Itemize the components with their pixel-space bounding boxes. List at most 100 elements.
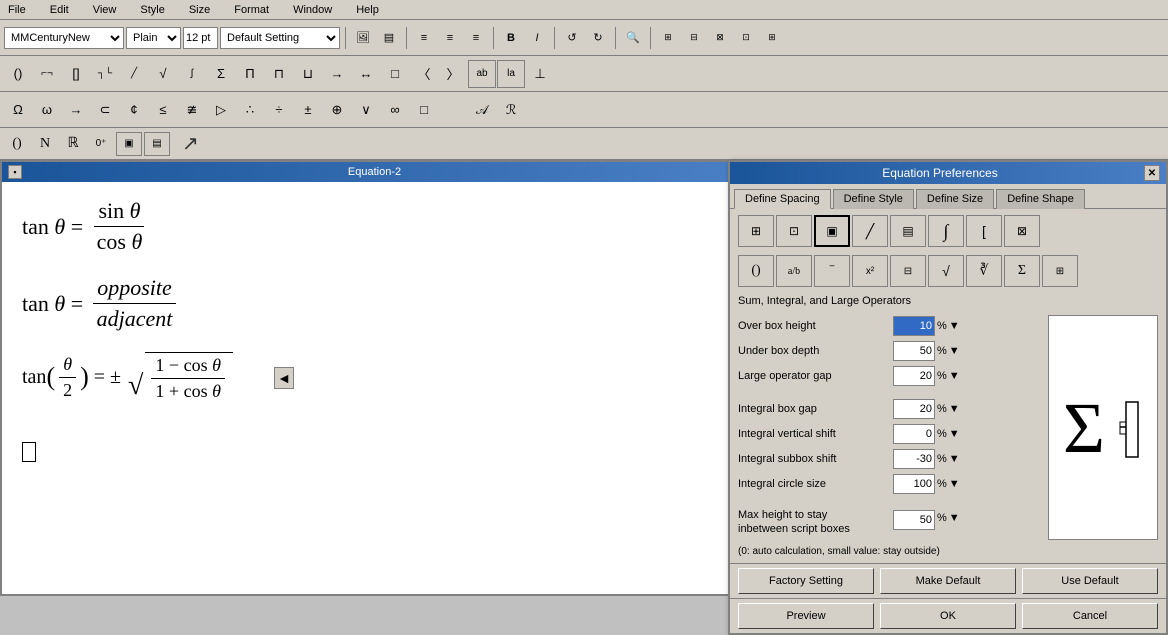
menu-format[interactable]: Format <box>230 2 273 18</box>
input-intbox[interactable] <box>893 399 935 419</box>
icon-bracket[interactable]: [ <box>966 215 1002 247</box>
size-input[interactable] <box>183 27 218 49</box>
sym-small-box2[interactable]: ▤ <box>144 132 170 156</box>
sym-small-paren[interactable]: () <box>4 132 30 156</box>
setting-selector[interactable]: Default Setting <box>220 27 340 49</box>
dropdown-intcirc[interactable]: ▼ <box>949 478 960 490</box>
align-center-btn[interactable]: ≡ <box>438 26 462 50</box>
menu-help[interactable]: Help <box>352 2 383 18</box>
input-lgop[interactable] <box>893 366 935 386</box>
sym-square2[interactable]: □ <box>410 96 438 124</box>
sym-bracket2[interactable]: [] <box>62 60 90 88</box>
sym-subset[interactable]: ⊂ <box>91 96 119 124</box>
dropdown-intvshift[interactable]: ▼ <box>949 428 960 440</box>
icon-box5[interactable]: ⊠ <box>1004 215 1040 247</box>
sym-integral[interactable]: ∫ <box>178 60 206 88</box>
icon-sum[interactable]: Σ <box>1004 255 1040 287</box>
sym-omega-cap[interactable]: Ω <box>4 96 32 124</box>
sym-small-R[interactable]: ℝ <box>60 132 86 156</box>
sym-rightarrow[interactable]: → <box>62 96 90 124</box>
icon-bar[interactable]: ‾ <box>814 255 850 287</box>
font-selector[interactable]: MMCenturyNew <box>4 27 124 49</box>
sym-vee[interactable]: ∨ <box>352 96 380 124</box>
sym-small-0plus[interactable]: 0⁺ <box>88 132 114 156</box>
dropdown-intbox[interactable]: ▼ <box>949 403 960 415</box>
sym-plusminus[interactable]: ± <box>294 96 322 124</box>
redo-btn[interactable]: ↻ <box>586 26 610 50</box>
sym-square[interactable]: □ <box>381 60 409 88</box>
dropdown-maxheight[interactable]: ▼ <box>949 512 960 524</box>
sym-pi[interactable]: Π <box>236 60 264 88</box>
zoom-btn[interactable]: 🔍 <box>621 26 645 50</box>
tab-define-style[interactable]: Define Style <box>833 189 914 209</box>
menu-file[interactable]: File <box>4 2 30 18</box>
sym-small-N[interactable]: N <box>32 132 58 156</box>
input-underbox[interactable] <box>893 341 935 361</box>
sym-sqcup[interactable]: ⊔ <box>294 60 322 88</box>
collapse-arrow[interactable]: ◄ <box>274 367 294 389</box>
sym-ab[interactable]: ab <box>468 60 496 88</box>
dropdown-underbox[interactable]: ▼ <box>949 345 960 357</box>
cancel-btn[interactable]: Cancel <box>1022 603 1158 629</box>
sym-bracket1[interactable]: ⌐¬ <box>33 60 61 88</box>
input-intcirc[interactable] <box>893 474 935 494</box>
icon-slash[interactable]: ╱ <box>852 215 888 247</box>
sym-bracket3[interactable]: ┐└ <box>91 60 119 88</box>
input-intvshift[interactable] <box>893 424 935 444</box>
icon-box6[interactable]: ⊟ <box>890 255 926 287</box>
italic-btn[interactable]: I <box>525 26 549 50</box>
sym-paren[interactable]: () <box>4 60 32 88</box>
sym-arrow[interactable]: → <box>323 60 351 88</box>
icon-grid9[interactable]: ⊞ <box>1042 255 1078 287</box>
eq-close-btn[interactable]: ▪ <box>8 165 22 179</box>
sym-bottom[interactable]: ⊥ <box>526 60 554 88</box>
ok-btn[interactable]: OK <box>880 603 1016 629</box>
icon-sqrt2[interactable]: ∛ <box>966 255 1002 287</box>
bold-btn[interactable]: B <box>499 26 523 50</box>
sym-langle[interactable]: 〈 <box>410 60 438 88</box>
sym-sqrt[interactable]: √ <box>149 60 177 88</box>
sym-la[interactable]: la <box>497 60 525 88</box>
grid-btn4[interactable]: ⊡ <box>734 26 758 50</box>
sym-sqcap[interactable]: ⊓ <box>265 60 293 88</box>
icon-box2[interactable]: ⊡ <box>776 215 812 247</box>
menu-view[interactable]: View <box>89 2 121 18</box>
grid-btn5[interactable]: ⊞ <box>760 26 784 50</box>
input-maxheight[interactable] <box>893 510 935 530</box>
sym-calA[interactable]: 𝒜 <box>468 96 496 124</box>
image-btn1[interactable]: 🖼 <box>351 26 375 50</box>
sym-omega[interactable]: ω <box>33 96 61 124</box>
dropdown-intsub[interactable]: ▼ <box>949 453 960 465</box>
style-selector[interactable]: Plain <box>126 27 181 49</box>
undo-btn[interactable]: ↺ <box>560 26 584 50</box>
align-left-btn[interactable]: ≡ <box>412 26 436 50</box>
align-right-btn[interactable]: ≡ <box>464 26 488 50</box>
sym-N[interactable]: 𝕅 <box>439 96 467 124</box>
sym-cent[interactable]: ¢ <box>120 96 148 124</box>
sym-small-box1[interactable]: ▣ <box>116 132 142 156</box>
icon-box3[interactable]: ▣ <box>814 215 850 247</box>
icon-box4[interactable]: ▤ <box>890 215 926 247</box>
dropdown-overbox[interactable]: ▼ <box>949 320 960 332</box>
grid-btn3[interactable]: ⊠ <box>708 26 732 50</box>
factory-setting-btn[interactable]: Factory Setting <box>738 568 874 594</box>
tab-define-size[interactable]: Define Size <box>916 189 994 209</box>
tab-define-shape[interactable]: Define Shape <box>996 189 1085 209</box>
sym-nleq[interactable]: ≇ <box>178 96 206 124</box>
menu-edit[interactable]: Edit <box>46 2 73 18</box>
tab-define-spacing[interactable]: Define Spacing <box>734 189 831 209</box>
icon-integral[interactable]: ∫ <box>928 215 964 247</box>
sym-oplus[interactable]: ⊕ <box>323 96 351 124</box>
grid-btn1[interactable]: ⊞ <box>656 26 680 50</box>
sym-leftrightarrow[interactable]: ↔ <box>352 60 380 88</box>
icon-box1[interactable]: ⊞ <box>738 215 774 247</box>
use-default-btn[interactable]: Use Default <box>1022 568 1158 594</box>
icon-paren[interactable]: () <box>738 255 774 287</box>
icon-sqrt[interactable]: √ <box>928 255 964 287</box>
menu-window[interactable]: Window <box>289 2 336 18</box>
sym-diagonal[interactable]: ╱ <box>120 60 148 88</box>
preview-btn[interactable]: Preview <box>738 603 874 629</box>
sym-sigma[interactable]: Σ <box>207 60 235 88</box>
sym-div[interactable]: ÷ <box>265 96 293 124</box>
sym-rangle[interactable]: 〉 <box>439 60 467 88</box>
